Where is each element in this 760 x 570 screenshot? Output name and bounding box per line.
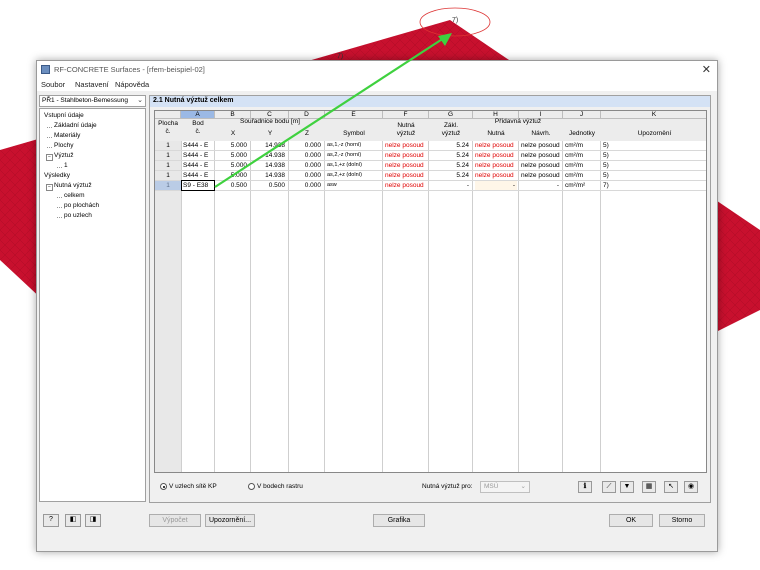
- pointer-arrow: [214, 33, 452, 188]
